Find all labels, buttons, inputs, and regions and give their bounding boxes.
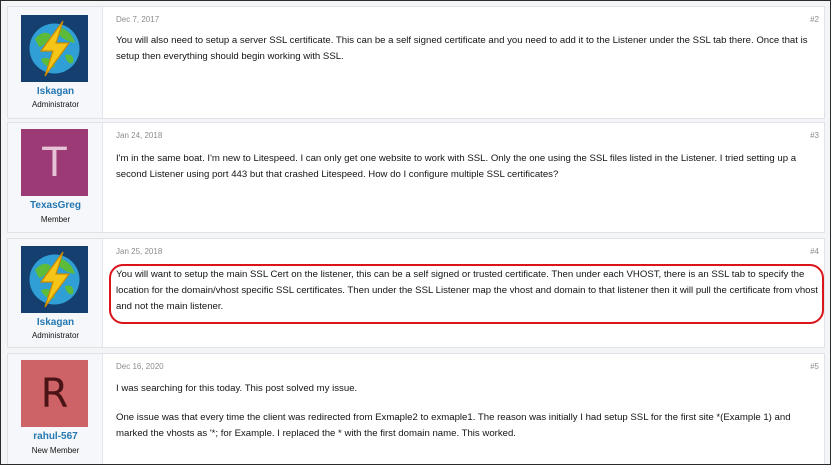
- username[interactable]: TexasGreg: [8, 200, 103, 211]
- avatar[interactable]: T: [21, 129, 88, 196]
- username[interactable]: Iskagan: [8, 86, 103, 97]
- post-paragraph: You will want to setup the main SSL Cert…: [116, 269, 818, 312]
- post-number[interactable]: #2: [810, 15, 819, 24]
- post-body: I'm in the same boat. I'm new to Litespe…: [116, 151, 822, 183]
- post-paragraph: You will also need to setup a server SSL…: [116, 35, 808, 62]
- post-paragraph: I'm in the same boat. I'm new to Litespe…: [116, 153, 797, 180]
- post-number[interactable]: #5: [810, 362, 819, 371]
- avatar-letter: T: [42, 139, 67, 186]
- avatar[interactable]: [21, 246, 88, 313]
- post-3: T TexasGreg Member Jan 24, 2018 #3 I'm i…: [7, 122, 825, 233]
- post-body: You will want to setup the main SSL Cert…: [116, 267, 822, 315]
- forum-thread: Iskagan Administrator Dec 7, 2017 #2 You…: [0, 0, 831, 465]
- post-date[interactable]: Dec 16, 2020: [116, 362, 164, 371]
- post-date[interactable]: Dec 7, 2017: [116, 15, 159, 24]
- user-column: Iskagan Administrator: [8, 239, 103, 347]
- post-number[interactable]: #4: [810, 247, 819, 256]
- post-body: You will also need to setup a server SSL…: [116, 33, 822, 65]
- user-role: Administrator: [31, 100, 80, 109]
- avatar[interactable]: [21, 15, 88, 82]
- user-role: Member: [40, 215, 71, 224]
- avatar-letter: R: [40, 370, 69, 417]
- post-date[interactable]: Jan 24, 2018: [116, 131, 162, 140]
- username[interactable]: Iskagan: [8, 317, 103, 328]
- user-column: Iskagan Administrator: [8, 7, 103, 118]
- post-date[interactable]: Jan 25, 2018: [116, 247, 162, 256]
- user-column: R rahul-567 New Member: [8, 354, 103, 464]
- post-body: I was searching for this today. This pos…: [116, 381, 822, 442]
- post-paragraph: One issue was that every time the client…: [116, 412, 791, 439]
- username[interactable]: rahul-567: [8, 431, 103, 442]
- user-role: New Member: [31, 446, 80, 455]
- post-paragraph: I was searching for this today. This pos…: [116, 383, 358, 394]
- post-5: R rahul-567 New Member Dec 16, 2020 #5 I…: [7, 353, 825, 464]
- post-2: Iskagan Administrator Dec 7, 2017 #2 You…: [7, 6, 825, 119]
- lightning-globe-icon: [21, 15, 88, 82]
- user-role: Administrator: [31, 331, 80, 340]
- avatar[interactable]: R: [21, 360, 88, 427]
- user-column: T TexasGreg Member: [8, 123, 103, 232]
- post-number[interactable]: #3: [810, 131, 819, 140]
- post-4: Iskagan Administrator Jan 25, 2018 #4 Yo…: [7, 238, 825, 348]
- lightning-globe-icon: [21, 246, 88, 313]
